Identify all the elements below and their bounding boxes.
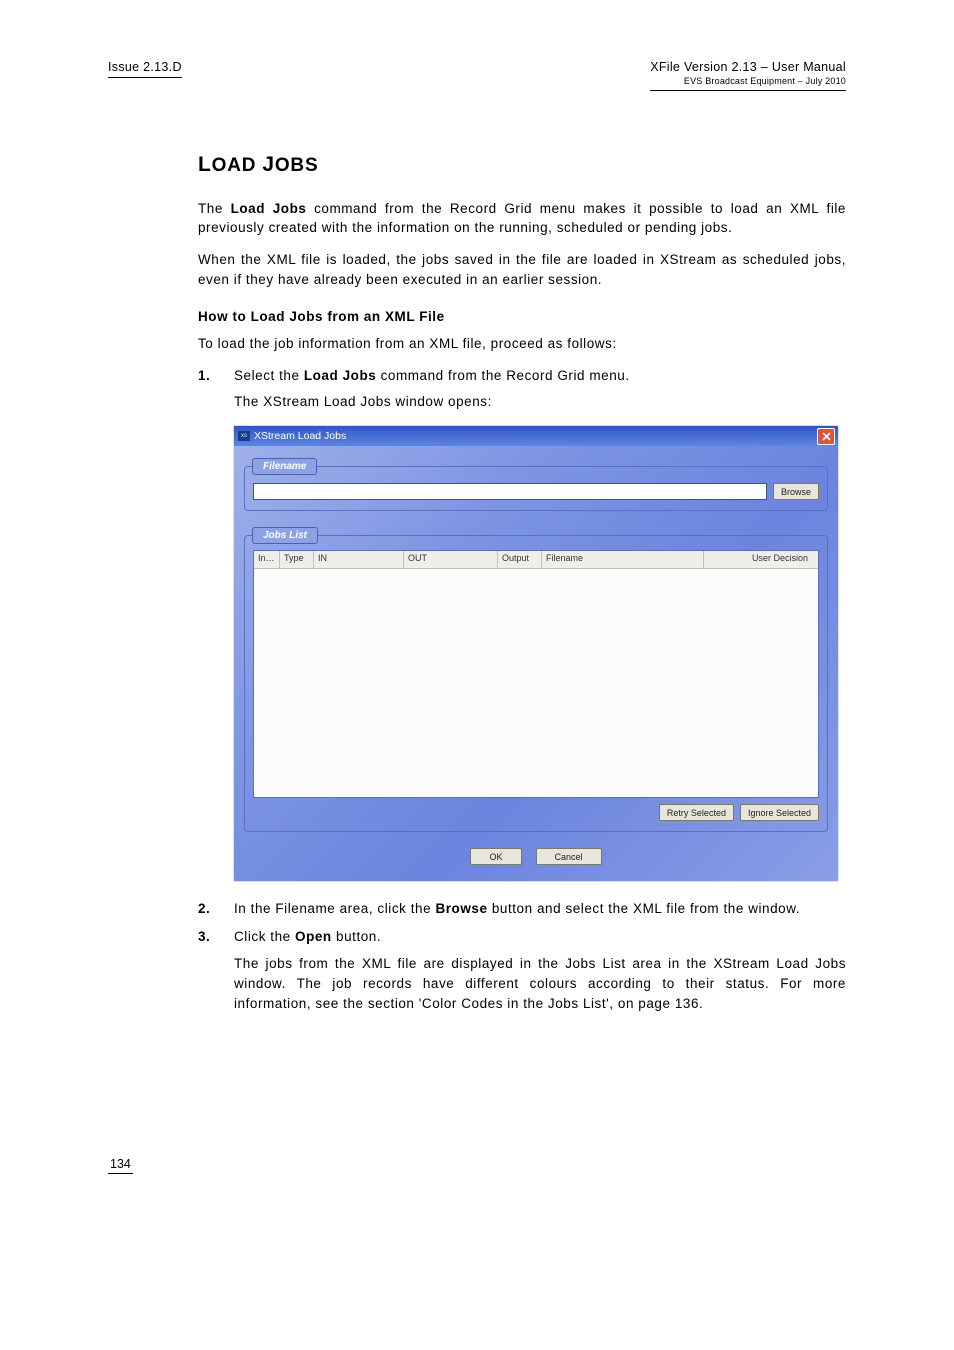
filename-input[interactable] xyxy=(253,483,767,500)
section-title: LOAD JOBS xyxy=(198,153,846,177)
jobs-list-table[interactable]: In… Type IN OUT Output Filename User Dec… xyxy=(253,550,819,798)
step-1: 1. Select the Load Jobs command from the… xyxy=(198,366,846,413)
paragraph-1: The Load Jobs command from the Record Gr… xyxy=(198,199,846,238)
retry-selected-button[interactable]: Retry Selected xyxy=(659,804,734,821)
col-in[interactable]: IN xyxy=(314,551,404,568)
step-2: 2. In the Filename area, click the Brows… xyxy=(198,899,846,919)
ok-button[interactable]: OK xyxy=(470,848,521,865)
subhead: How to Load Jobs from an XML File xyxy=(198,309,846,324)
dialog-title: XStream Load Jobs xyxy=(254,430,346,442)
cancel-button[interactable]: Cancel xyxy=(536,848,602,865)
col-index[interactable]: In… xyxy=(254,551,280,568)
close-icon[interactable] xyxy=(817,428,835,445)
dialog-titlebar: xs XStream Load Jobs xyxy=(234,426,838,446)
col-type[interactable]: Type xyxy=(280,551,314,568)
table-body-empty xyxy=(254,569,818,797)
page-number: 134 xyxy=(108,1157,133,1174)
app-icon: xs xyxy=(238,431,250,441)
col-output[interactable]: Output xyxy=(498,551,542,568)
header-right: XFile Version 2.13 – User Manual EVS Bro… xyxy=(650,60,846,91)
step-3-number: 3. xyxy=(198,927,234,1014)
header-title: XFile Version 2.13 – User Manual xyxy=(650,60,846,76)
intro-line: To load the job information from an XML … xyxy=(198,334,846,354)
table-header: In… Type IN OUT Output Filename User Dec… xyxy=(254,551,818,569)
browse-button[interactable]: Browse xyxy=(773,483,819,500)
header-issue: Issue 2.13.D xyxy=(108,60,182,78)
ignore-selected-button[interactable]: Ignore Selected xyxy=(740,804,819,821)
paragraph-2: When the XML file is loaded, the jobs sa… xyxy=(198,250,846,289)
jobslist-label: Jobs List xyxy=(252,527,318,544)
col-filename[interactable]: Filename xyxy=(542,551,704,568)
filename-label: Filename xyxy=(252,458,317,475)
col-out[interactable]: OUT xyxy=(404,551,498,568)
step-2-number: 2. xyxy=(198,899,234,919)
col-user-decision[interactable]: User Decision xyxy=(748,551,818,568)
step-1-number: 1. xyxy=(198,366,234,413)
header-sub: EVS Broadcast Equipment – July 2010 xyxy=(650,76,846,87)
xstream-load-jobs-dialog: xs XStream Load Jobs Filename Browse xyxy=(234,426,838,881)
step-3: 3. Click the Open button. The jobs from … xyxy=(198,927,846,1014)
